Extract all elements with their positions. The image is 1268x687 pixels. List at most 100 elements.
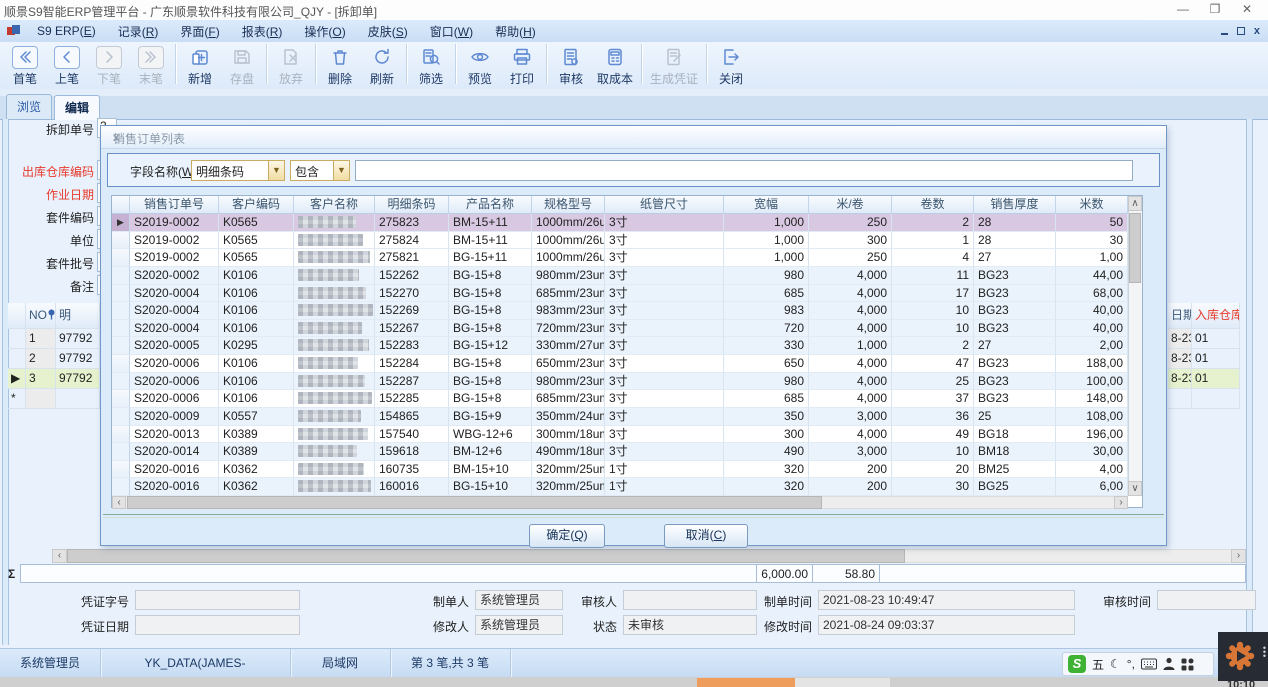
grid-header-4[interactable]: 明细条码 [375, 196, 449, 214]
grid-row-selector[interactable] [112, 373, 130, 391]
toolbar-button-new-doc[interactable]: 新增 [179, 42, 221, 87]
toolbar-button-preview[interactable]: 预览 [459, 42, 501, 87]
menu-item-2[interactable]: 界面(F) [169, 20, 230, 43]
ok-button[interactable]: 确定(Q) [529, 524, 605, 548]
sogou-logo[interactable]: S [1068, 655, 1086, 673]
main-hscrollbar-left-icon[interactable]: ‹ [52, 549, 67, 563]
menu-item-3[interactable]: 报表(R) [231, 20, 294, 43]
grid-row-selector[interactable] [112, 390, 130, 408]
toolbar-button-cost[interactable]: 取成本 [592, 42, 638, 87]
grid-header-5[interactable]: 产品名称 [449, 196, 532, 214]
punctuation-icon[interactable]: °, [1127, 655, 1135, 673]
moon-icon[interactable]: ☾ [1110, 655, 1121, 673]
grid-header-8[interactable]: 宽幅 [724, 196, 809, 214]
mdi-restore-icon[interactable] [1237, 27, 1245, 35]
tab-edit[interactable]: 编辑 [54, 95, 100, 120]
main-hscrollbar-right-icon[interactable]: › [1231, 549, 1246, 563]
grid-row[interactable]: S2020-0004K0106152267BG-15+8720mm/23um..… [112, 320, 1128, 338]
tab-browse[interactable]: 浏览 [6, 94, 52, 119]
grid-row-selector[interactable] [112, 426, 130, 444]
grid-row-selector[interactable] [112, 320, 130, 338]
window-restore-icon[interactable]: ❐ [1206, 2, 1224, 16]
grid-header-2[interactable]: 客户编码 [219, 196, 294, 214]
grid-row-selector[interactable] [112, 267, 130, 285]
taskbar-button[interactable] [795, 678, 890, 687]
grid-header-7[interactable]: 纸管尺寸 [605, 196, 724, 214]
screen-recorder-overlay[interactable]: ••• [1218, 632, 1268, 681]
chevron-down-icon[interactable]: ▼ [333, 161, 349, 180]
grid-row[interactable]: ▶S2019-0002K0565275823BM-15+111000mm/26u… [112, 214, 1128, 232]
grid-header-11[interactable]: 销售厚度 [974, 196, 1056, 214]
grid-row[interactable]: S2020-0006K0106152287BG-15+8980mm/23um..… [112, 373, 1128, 391]
toolbox-icon[interactable] [1181, 655, 1194, 673]
grid-row[interactable]: S2020-0006K0106152285BG-15+8685mm/23um..… [112, 390, 1128, 408]
toolbar-button-refresh[interactable]: 刷新 [361, 42, 403, 87]
menu-item-6[interactable]: 窗口(W) [419, 20, 484, 43]
grid-row-selector[interactable] [112, 249, 130, 267]
grid-hscroll-left-icon[interactable]: ‹ [112, 496, 126, 509]
grid-row-selector[interactable] [112, 285, 130, 303]
toolbar-button-print[interactable]: 打印 [501, 42, 543, 87]
toolbar-button-filter[interactable]: 筛选 [410, 42, 452, 87]
grid-row-selector[interactable] [112, 337, 130, 355]
grid-row-selector[interactable] [112, 478, 130, 496]
toolbar-button-audit[interactable]: 审核 [550, 42, 592, 87]
grid-hscroll-right-icon[interactable]: › [1114, 496, 1128, 509]
menu-item-5[interactable]: 皮肤(S) [357, 20, 419, 43]
grid-header-3[interactable]: 客户名称 [294, 196, 375, 214]
toolbar-button-exit[interactable]: 关闭 [710, 42, 752, 87]
grid-row-selector[interactable] [112, 355, 130, 373]
grid-row[interactable]: S2019-0002K0565275821BG-15+111000mm/26u.… [112, 249, 1128, 267]
toolbar-button-nav-prev[interactable]: 上笔 [46, 42, 88, 87]
grid-header-12[interactable]: 米数 [1056, 196, 1128, 214]
grid-row-selector[interactable] [112, 461, 130, 479]
grid-row[interactable]: S2020-0002K0106152262BG-15+8980mm/23um..… [112, 267, 1128, 285]
chevron-down-icon[interactable]: ▼ [268, 161, 284, 180]
overlay-menu-dots-icon[interactable]: ••• [1263, 646, 1266, 658]
grid-header-9[interactable]: 米/卷 [809, 196, 892, 214]
person-icon[interactable] [1163, 655, 1175, 673]
menu-item-1[interactable]: 记录(R) [107, 20, 170, 43]
grid-row[interactable]: S2020-0004K0106152269BG-15+8983mm/23um..… [112, 302, 1128, 320]
grid-header-1[interactable]: 销售订单号 [130, 196, 219, 214]
grid-row-selector[interactable] [112, 408, 130, 426]
filter-field-select[interactable]: 明细条码 ▼ [191, 160, 285, 181]
grid-header-10[interactable]: 卷数 [892, 196, 974, 214]
mdi-minimize-icon[interactable] [1221, 28, 1228, 35]
menu-item-0[interactable]: S9 ERP(E) [26, 21, 107, 41]
grid-hscrollbar-thumb[interactable] [127, 496, 822, 509]
mdi-close-icon[interactable]: x [1254, 25, 1260, 37]
grid-row-selector[interactable] [112, 232, 130, 250]
grid-vscroll-down-icon[interactable]: ∨ [1128, 481, 1142, 496]
grid-vscrollbar-thumb[interactable] [1129, 213, 1141, 283]
toolbar-button-trash[interactable]: 删除 [319, 42, 361, 87]
grid-row[interactable]: S2020-0016K0362160016BG-15+10320mm/25um.… [112, 478, 1128, 496]
toolbar-button-nav-first[interactable]: 首笔 [4, 42, 46, 87]
taskbar-active-button[interactable] [697, 678, 795, 687]
keyboard-icon[interactable] [1141, 655, 1157, 673]
filter-search-input[interactable] [355, 160, 1133, 181]
menu-item-7[interactable]: 帮助(H) [484, 20, 547, 43]
grid-row-selector[interactable]: ▶ [112, 214, 130, 232]
cancel-button[interactable]: 取消(C) [664, 524, 748, 548]
filter-operator-select[interactable]: 包含 ▼ [290, 160, 350, 181]
window-minimize-icon[interactable]: — [1174, 2, 1192, 16]
main-hscrollbar-thumb[interactable] [67, 549, 905, 563]
grid-row[interactable]: S2020-0004K0106152270BG-15+8685mm/23um..… [112, 285, 1128, 303]
grid-row[interactable]: S2019-0002K0565275824BM-15+111000mm/26u.… [112, 232, 1128, 250]
grid-vscroll-up-icon[interactable]: ∧ [1128, 196, 1142, 211]
grid-row[interactable]: S2020-0005K0295152283BG-15+12330mm/27um.… [112, 337, 1128, 355]
dialog-close-icon[interactable]: x [113, 130, 1158, 144]
grid-row[interactable]: S2020-0016K0362160735BM-15+10320mm/25um.… [112, 461, 1128, 479]
grid-row[interactable]: S2020-0013K0389157540WBG-12+6300mm/18um.… [112, 426, 1128, 444]
menu-item-4[interactable]: 操作(O) [293, 20, 356, 43]
window-close-icon[interactable]: ✕ [1238, 2, 1256, 16]
grid-row[interactable]: S2020-0009K0557154865BG-15+9350mm/24um..… [112, 408, 1128, 426]
grid-row[interactable]: S2020-0014K0389159618BM-12+6490mm/18um..… [112, 443, 1128, 461]
grid-row-selector[interactable] [112, 443, 130, 461]
grid-header-0[interactable] [112, 196, 130, 214]
grid-header-6[interactable]: 规格型号 [532, 196, 605, 214]
wubi-mode[interactable]: 五 [1092, 655, 1104, 673]
grid-row[interactable]: S2020-0006K0106152284BG-15+8650mm/23um..… [112, 355, 1128, 373]
grid-row-selector[interactable] [112, 302, 130, 320]
